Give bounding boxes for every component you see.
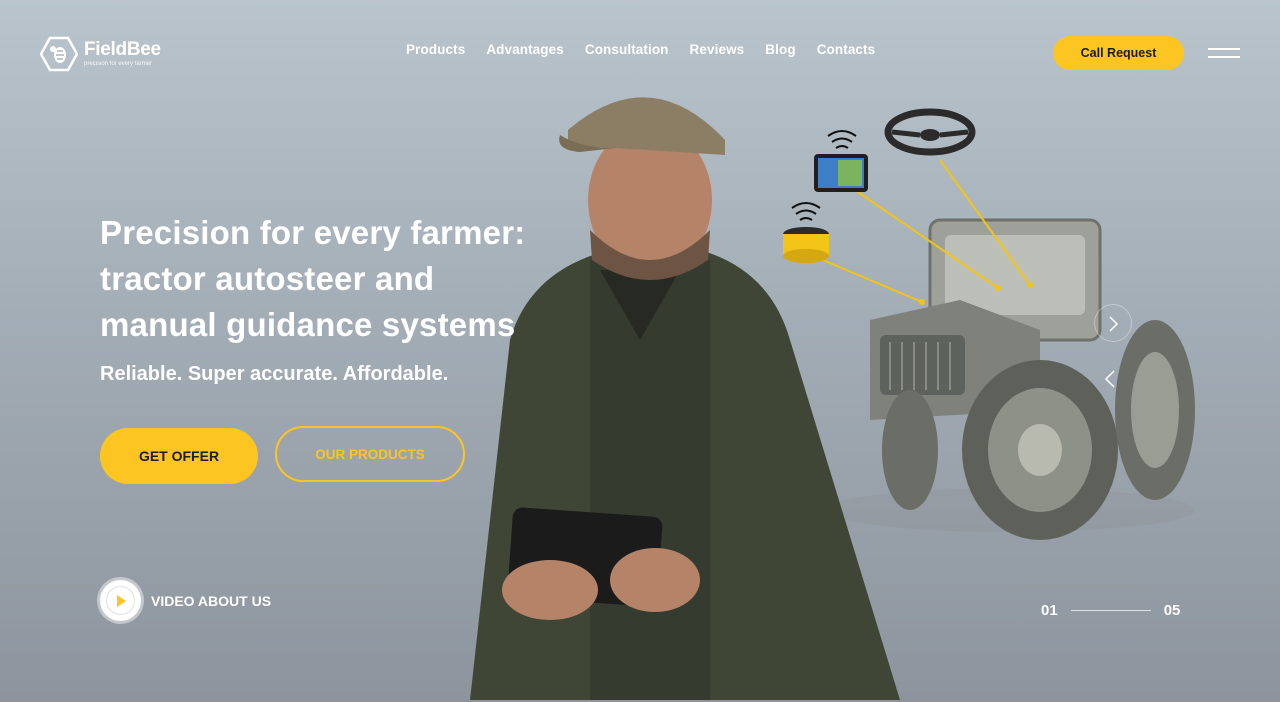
video-label: VIDEO ABOUT US: [151, 592, 272, 609]
nav-item-products[interactable]: Products: [406, 42, 465, 57]
tractor-image: [825, 218, 1195, 540]
tablet-device: [814, 154, 868, 192]
brand-tagline: precision for every farmer: [84, 61, 153, 67]
video-about-us-link[interactable]: VIDEO ABOUT US: [100, 580, 271, 621]
get-offer-button[interactable]: GET OFFER: [100, 428, 258, 484]
main-nav: Products Advantages Consultation Reviews…: [406, 42, 875, 57]
hamburger-icon[interactable]: [1208, 48, 1240, 58]
nav-item-consultation[interactable]: Consultation: [585, 42, 669, 57]
nav-item-reviews[interactable]: Reviews: [690, 42, 745, 57]
chevron-right-icon: [1109, 316, 1119, 332]
slide-pager: 01 05: [1041, 602, 1180, 619]
slide-prev-button[interactable]: [1100, 368, 1122, 390]
play-button[interactable]: [100, 580, 141, 621]
pager-divider: [1070, 610, 1151, 611]
our-products-button[interactable]: OUR PRODUCTS: [275, 426, 465, 482]
nav-item-contacts[interactable]: Contacts: [817, 42, 876, 57]
slide-current: 01: [1041, 602, 1058, 619]
fieldbee-logo-icon: [40, 36, 78, 72]
hero-subtitle: Reliable. Super accurate. Affordable.: [100, 363, 449, 385]
chevron-left-icon: [1104, 370, 1115, 388]
logo[interactable]: FieldBee precision for every farmer: [40, 36, 161, 72]
nav-item-advantages[interactable]: Advantages: [486, 42, 564, 57]
play-icon: [116, 594, 126, 607]
slide-next-button[interactable]: [1094, 304, 1132, 342]
brand-name: FieldBee: [84, 39, 161, 60]
slide-total: 05: [1163, 602, 1181, 619]
hero-title: Precision for every farmer: tractor auto…: [100, 214, 526, 343]
call-request-button[interactable]: Call Request: [1053, 36, 1184, 70]
steering-wheel-device: [884, 108, 976, 156]
gnss-receiver-device: [783, 227, 829, 263]
nav-item-blog[interactable]: Blog: [765, 42, 795, 57]
